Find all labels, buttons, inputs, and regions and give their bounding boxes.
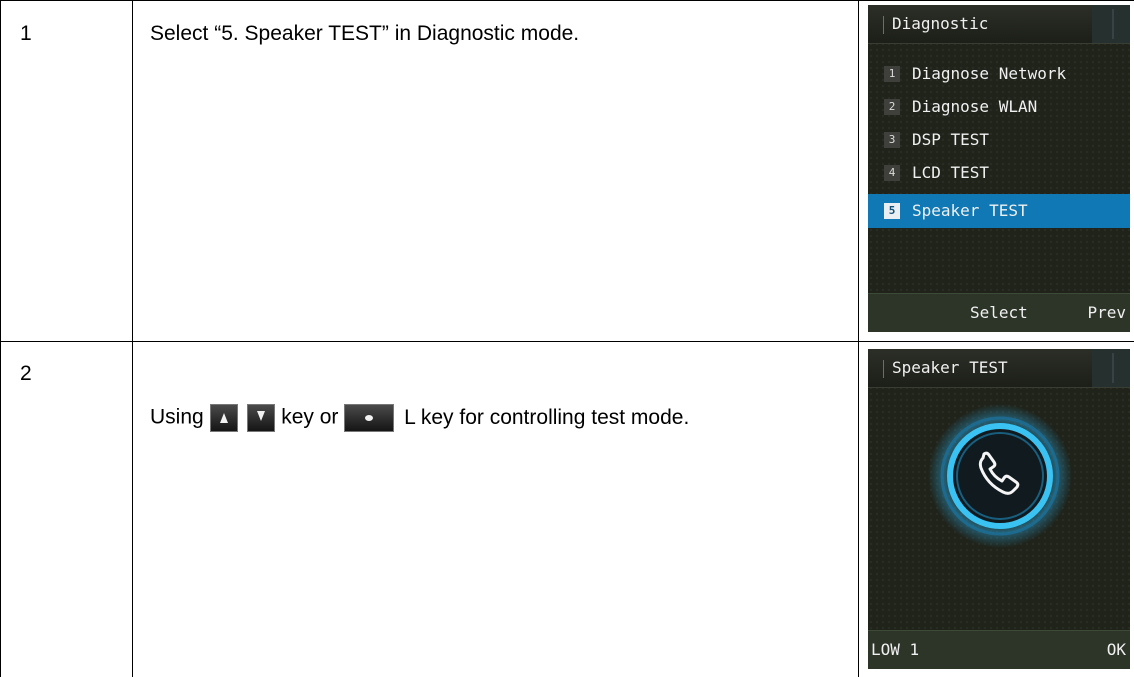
table-border-col2 — [858, 0, 859, 677]
menu-item-number: 3 — [884, 132, 900, 148]
menu-item-label: Diagnose WLAN — [912, 97, 1038, 116]
diagnostic-title: Diagnostic — [892, 14, 989, 33]
diagnostic-softkey-bar: Select Prev — [868, 293, 1130, 332]
instruction-suffix: L key for controlling test mode. — [404, 405, 690, 429]
speaker-test-screen: Speaker TEST LOW 1 OK — [868, 349, 1130, 669]
menu-item-number: 2 — [884, 99, 900, 115]
row-2-instruction: Using key or L key for controlling test … — [150, 404, 689, 432]
up-arrow-key-icon — [209, 404, 238, 432]
softkey-volume-level[interactable]: LOW 1 — [871, 640, 919, 659]
instruction-prefix: Using — [150, 405, 204, 429]
phone-call-icon — [928, 404, 1072, 548]
menu-item-dsp-test[interactable]: 3 DSP TEST — [868, 123, 1130, 157]
table-border-left — [0, 0, 1, 677]
table-border-col1 — [132, 0, 133, 677]
title-divider — [883, 16, 884, 34]
title-tab-decoration — [1092, 349, 1130, 387]
row-1-number: 1 — [20, 22, 32, 45]
title-tab-line — [1112, 9, 1114, 39]
menu-item-speaker-test[interactable]: 5 Speaker TEST — [868, 194, 1130, 228]
menu-item-number: 5 — [884, 203, 900, 219]
softkey-select[interactable]: Select — [970, 303, 1028, 322]
menu-item-label: LCD TEST — [912, 163, 990, 182]
ok-key-icon — [344, 404, 395, 432]
table-border-row-divider — [0, 341, 1134, 342]
menu-item-number: 4 — [884, 165, 900, 181]
speaker-test-softkey-bar: LOW 1 OK — [868, 630, 1130, 669]
title-tab-line — [1112, 353, 1114, 383]
speaker-test-title: Speaker TEST — [892, 358, 1008, 377]
down-arrow-key-icon — [247, 404, 276, 432]
title-divider — [883, 360, 884, 378]
menu-item-label: Speaker TEST — [912, 201, 1028, 220]
menu-item-label: DSP TEST — [912, 130, 990, 149]
menu-item-label: Diagnose Network — [912, 64, 1067, 83]
row-1-instruction: Select “5. Speaker TEST” in Diagnostic m… — [150, 22, 580, 45]
menu-item-diagnose-network[interactable]: 1 Diagnose Network — [868, 57, 1130, 91]
menu-item-lcd-test[interactable]: 4 LCD TEST — [868, 156, 1130, 190]
menu-item-number: 1 — [884, 66, 900, 82]
menu-item-diagnose-wlan[interactable]: 2 Diagnose WLAN — [868, 90, 1130, 124]
title-tab-decoration — [1092, 5, 1130, 43]
diagnostic-screen: Diagnostic 1 Diagnose Network 2 Diagnose… — [868, 5, 1130, 332]
diagnostic-title-bar: Diagnostic — [868, 5, 1130, 44]
table-border-top — [0, 0, 1134, 1]
softkey-ok[interactable]: OK — [1107, 640, 1126, 659]
speaker-test-title-bar: Speaker TEST — [868, 349, 1130, 388]
row-2-number: 2 — [20, 362, 32, 385]
instruction-middle: key or — [281, 405, 339, 429]
softkey-prev[interactable]: Prev — [1087, 303, 1126, 322]
